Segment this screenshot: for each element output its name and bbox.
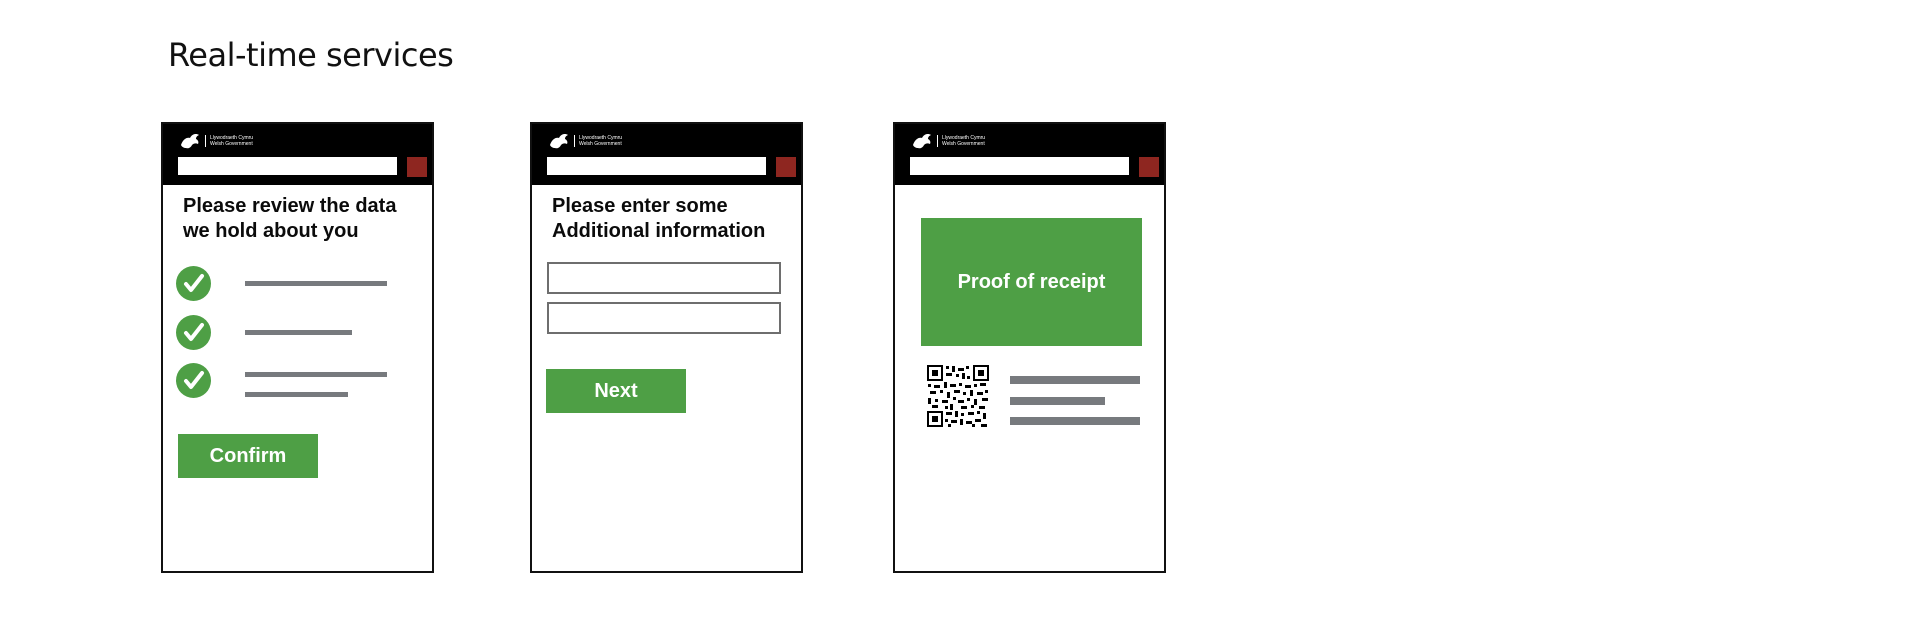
welsh-government-logo[interactable]: Llywodraeth Cymru Welsh Government — [548, 130, 622, 152]
phone-screen-receipt: Llywodraeth Cymru Welsh Government Proof… — [893, 122, 1166, 573]
welsh-government-logo[interactable]: Llywodraeth Cymru Welsh Government — [911, 130, 985, 152]
dragon-icon — [550, 134, 568, 149]
phone-screen-review: Llywodraeth Cymru Welsh Government Pleas… — [161, 122, 434, 573]
text-field[interactable] — [547, 302, 781, 334]
logo-line-english: Welsh Government — [210, 141, 253, 147]
welsh-government-logo[interactable]: Llywodraeth Cymru Welsh Government — [179, 130, 253, 152]
screen-heading: Please review the data we hold about you — [183, 195, 397, 242]
data-line — [245, 392, 348, 397]
phone-screen-additional-info: Llywodraeth Cymru Welsh Government Pleas… — [530, 122, 803, 573]
site-header: Llywodraeth Cymru Welsh Government — [895, 124, 1164, 185]
search-button[interactable] — [776, 157, 796, 177]
check-icon — [176, 266, 211, 301]
receipt-detail-line — [1010, 417, 1140, 425]
search-input[interactable] — [178, 157, 397, 175]
data-line — [245, 372, 387, 377]
text-field[interactable] — [547, 262, 781, 294]
search-button[interactable] — [1139, 157, 1159, 177]
logo-line-english: Welsh Government — [942, 141, 985, 147]
data-line — [245, 330, 352, 335]
check-icon — [176, 363, 211, 398]
search-button[interactable] — [407, 157, 427, 177]
search-input[interactable] — [547, 157, 766, 175]
proof-of-receipt-panel: Proof of receipt — [921, 218, 1142, 346]
confirm-button[interactable]: Confirm — [178, 434, 318, 478]
site-header: Llywodraeth Cymru Welsh Government — [532, 124, 801, 185]
site-header: Llywodraeth Cymru Welsh Government — [163, 124, 432, 185]
receipt-detail-line — [1010, 397, 1105, 405]
qr-code-icon — [926, 364, 990, 428]
screen-heading: Please enter some Additional information — [552, 195, 766, 242]
check-icon — [176, 315, 211, 350]
next-button[interactable]: Next — [546, 369, 686, 413]
logo-line-english: Welsh Government — [579, 141, 622, 147]
data-line — [245, 281, 387, 286]
receipt-detail-line — [1010, 376, 1140, 384]
dragon-icon — [913, 134, 931, 149]
dragon-icon — [181, 134, 199, 149]
page-title: Real-time services — [168, 36, 454, 74]
search-input[interactable] — [910, 157, 1129, 175]
